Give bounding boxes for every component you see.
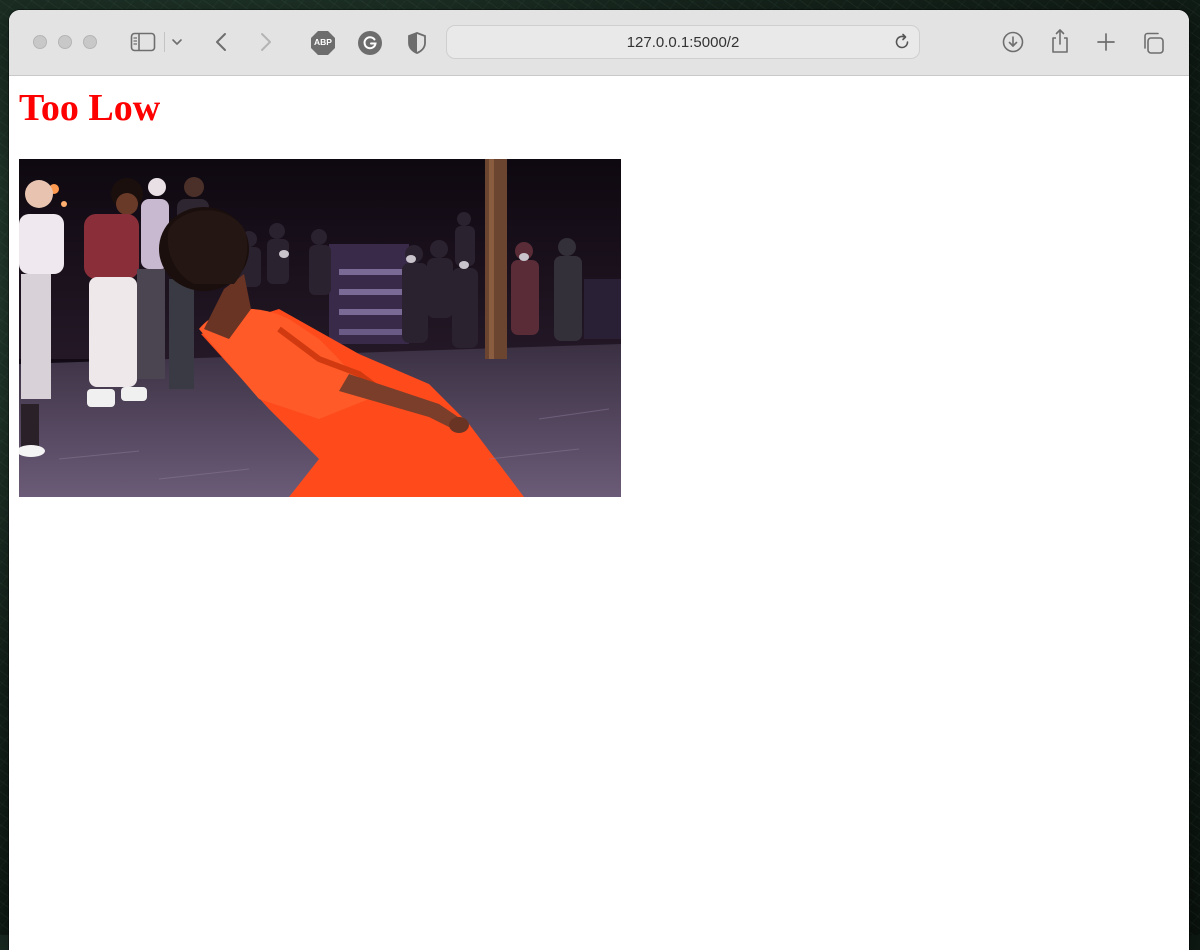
abp-label: ABP <box>314 37 332 47</box>
url-text[interactable]: 127.0.0.1:5000/2 <box>447 34 919 51</box>
adblock-extension-button[interactable]: ABP <box>309 29 337 57</box>
share-button[interactable] <box>1048 27 1072 55</box>
tab-overview-button[interactable] <box>1140 30 1166 56</box>
address-bar[interactable]: 127.0.0.1:5000/2 <box>446 25 920 59</box>
privacy-report-button[interactable] <box>404 29 430 57</box>
browser-toolbar: ABP 127.0.0.1:5000/2 <box>9 10 1189 76</box>
plus-icon <box>1097 33 1115 51</box>
close-icon[interactable] <box>33 35 47 49</box>
grammarly-icon <box>358 31 382 55</box>
dancer-photo <box>19 159 621 497</box>
shield-icon <box>408 32 426 54</box>
reload-button[interactable] <box>892 32 912 52</box>
browser-window: ABP 127.0.0.1:5000/2 Too Low <box>9 10 1189 950</box>
chevron-down-icon <box>172 39 182 45</box>
tab-overview-icon <box>1144 32 1164 54</box>
dancer-photo-illustration <box>19 159 621 497</box>
toolbar-divider <box>164 32 165 52</box>
page-heading: Too Low <box>19 87 161 129</box>
grammarly-extension-button[interactable] <box>356 29 384 57</box>
sidebar-menu-button[interactable] <box>169 32 185 52</box>
share-icon <box>1052 29 1068 53</box>
chevron-left-icon <box>216 33 226 51</box>
downloads-button[interactable] <box>1001 30 1025 54</box>
forward-button[interactable] <box>254 30 278 54</box>
chevron-right-icon <box>261 33 271 51</box>
sidebar-icon <box>130 32 156 52</box>
zoom-icon[interactable] <box>83 35 97 49</box>
new-tab-button[interactable] <box>1094 30 1118 54</box>
page-content: Too Low <box>9 76 1189 950</box>
back-button[interactable] <box>209 30 233 54</box>
minimize-icon[interactable] <box>58 35 72 49</box>
download-icon <box>1002 31 1024 53</box>
reload-icon <box>895 33 909 49</box>
sidebar-toggle-button[interactable] <box>129 30 157 54</box>
